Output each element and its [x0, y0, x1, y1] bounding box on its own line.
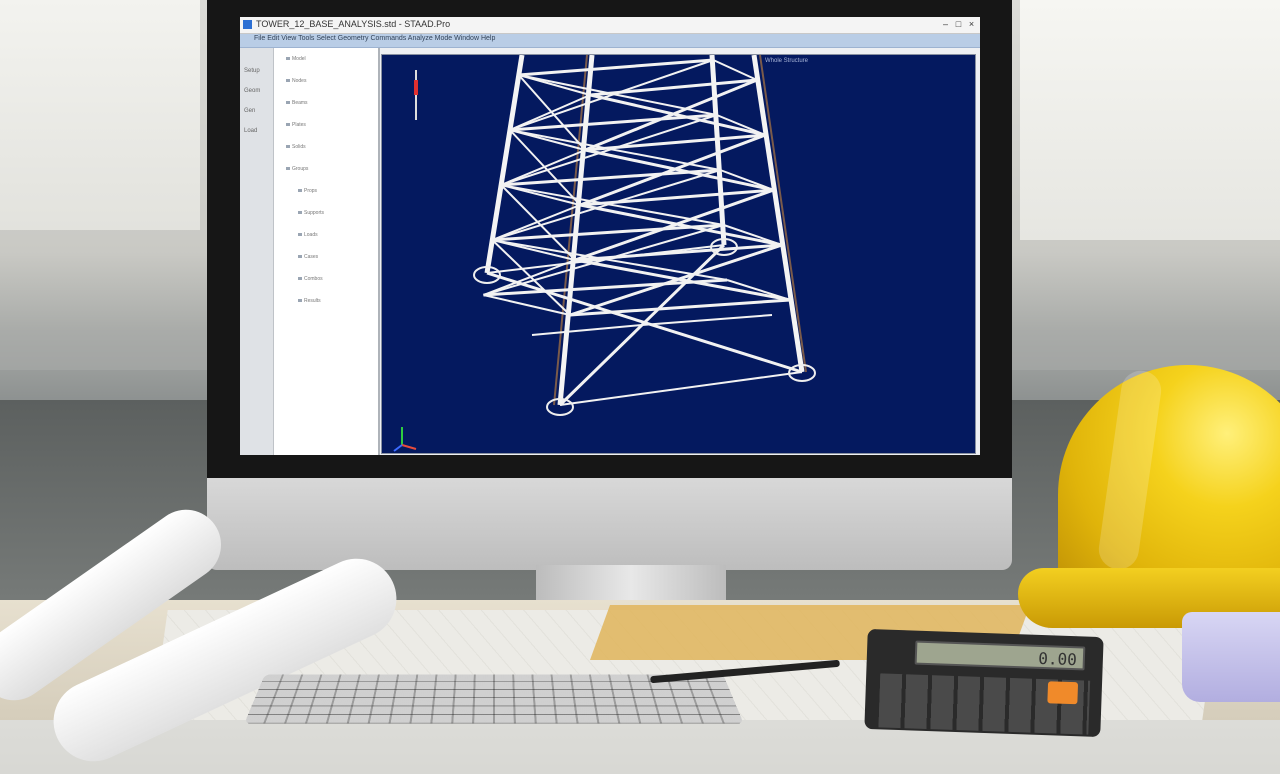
calculator-on-key — [1047, 681, 1079, 705]
strip-tab-general[interactable]: Gen — [244, 108, 255, 114]
tower-member — [531, 324, 643, 336]
tower-member — [584, 148, 774, 192]
tower-member — [574, 188, 775, 262]
tower-member — [589, 93, 766, 137]
tower-member — [579, 133, 766, 207]
tower-member — [574, 243, 783, 262]
tower-member — [559, 371, 803, 406]
x-axis-icon — [401, 444, 417, 450]
close-button[interactable]: × — [966, 19, 977, 30]
tower-member — [641, 314, 773, 326]
title-bar: TOWER_12_BASE_ANALYSIS.std - STAAD.Pro –… — [240, 17, 980, 34]
tower-member — [585, 133, 766, 152]
tower-member — [509, 59, 714, 131]
strip-tab-setup[interactable]: Setup — [244, 68, 260, 74]
tree-item[interactable]: Results — [298, 298, 321, 304]
tower-member — [518, 58, 714, 77]
app-title: TOWER_12_BASE_ANALYSIS.std - STAAD.Pro — [256, 19, 451, 29]
tree-item[interactable]: Model — [286, 56, 306, 62]
tower-leg-shadow — [759, 55, 807, 373]
calculator: 0.00 — [864, 628, 1104, 738]
tower-member — [579, 203, 783, 247]
tower-member — [569, 298, 791, 317]
tower-member — [500, 114, 718, 186]
strip-tab-loading[interactable]: Load — [244, 128, 257, 134]
lavender-roll — [1182, 612, 1280, 702]
model-tree-panel[interactable]: Model Nodes Beams Plates Solids Groups Props Su… — [274, 48, 380, 455]
menu-bar[interactable]: File Edit View Tools Select Geometry Com… — [254, 35, 495, 42]
tower-member — [483, 294, 571, 316]
tree-item[interactable]: Combos — [298, 276, 323, 282]
lattice-tower-model[interactable] — [382, 55, 975, 453]
keyboard — [244, 674, 744, 724]
calculator-display: 0.00 — [914, 640, 1086, 671]
strip-tab-geometry[interactable]: Geom — [244, 88, 260, 94]
monitor-chin — [207, 478, 1012, 570]
maximize-button[interactable]: □ — [953, 19, 964, 30]
tower-member — [579, 188, 774, 207]
tower-member — [584, 78, 758, 152]
tower-leg-shadow — [553, 55, 588, 406]
z-axis-icon — [393, 444, 403, 452]
background-window-right — [1020, 0, 1280, 240]
tree-item[interactable]: Groups — [286, 166, 308, 172]
tree-item[interactable]: Cases — [298, 254, 318, 260]
tower-member — [712, 59, 758, 81]
3d-viewport[interactable]: Whole Structure — [381, 54, 976, 454]
tower-member — [492, 223, 724, 242]
tower-member — [569, 243, 783, 317]
tower-leg — [751, 55, 805, 373]
tower-member — [574, 258, 791, 302]
tree-item[interactable]: Solids — [286, 144, 306, 150]
minimize-button[interactable]: – — [940, 19, 951, 30]
tower-member — [492, 169, 721, 241]
tree-item[interactable]: Nodes — [286, 78, 306, 84]
tree-item[interactable]: Props — [298, 188, 317, 194]
background-window-left — [0, 0, 200, 230]
tree-item[interactable]: Loads — [298, 232, 318, 238]
page-control-strip[interactable]: Setup Geom Gen Load — [240, 48, 274, 455]
tree-item[interactable]: Supports — [298, 210, 324, 216]
menu-toolbar[interactable]: File Edit View Tools Select Geometry Com… — [240, 34, 980, 48]
app-window: TOWER_12_BASE_ANALYSIS.std - STAAD.Pro –… — [240, 17, 980, 455]
tree-item[interactable]: Beams — [286, 100, 308, 106]
tree-item[interactable]: Plates — [286, 122, 306, 128]
app-icon — [243, 20, 252, 29]
